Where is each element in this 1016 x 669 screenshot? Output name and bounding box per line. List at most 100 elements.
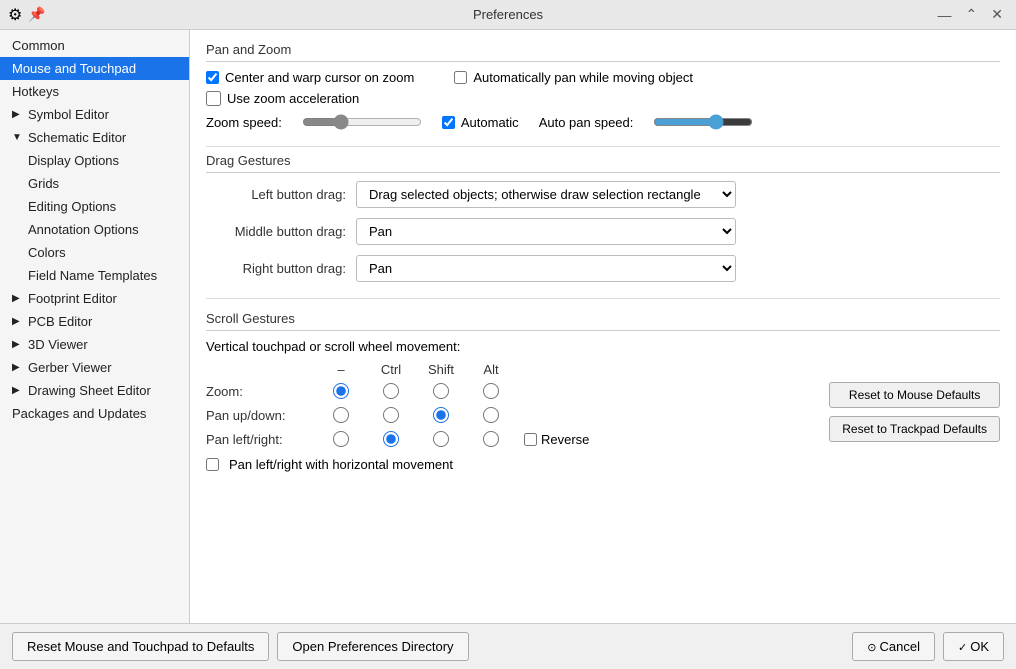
- reset-defaults-button[interactable]: Reset Mouse and Touchpad to Defaults: [12, 632, 269, 661]
- pan-zoom-section: Pan and Zoom Center and warp cursor on z…: [206, 42, 1000, 130]
- sidebar-item-pcb-editor[interactable]: ▶ PCB Editor: [0, 310, 189, 333]
- sidebar-item-label: Hotkeys: [12, 84, 59, 99]
- window-title: Preferences: [473, 7, 543, 22]
- drag-gestures-section: Drag Gestures Left button drag: Drag sel…: [206, 153, 1000, 282]
- left-button-select[interactable]: Drag selected objects; otherwise draw se…: [356, 181, 736, 208]
- bottom-right-buttons: ⊙ Cancel ✓OK: [852, 632, 1004, 661]
- sidebar-item-editing-options[interactable]: Editing Options: [0, 195, 189, 218]
- panlr-radio-1[interactable]: [383, 431, 399, 447]
- col-ctrl: Ctrl: [366, 362, 416, 377]
- sidebar-item-schematic-editor[interactable]: ▼ Schematic Editor: [0, 126, 189, 149]
- zoom-radio-3[interactable]: [483, 383, 499, 399]
- minimize-button[interactable]: —: [933, 5, 957, 25]
- sidebar-item-label: Gerber Viewer: [28, 360, 112, 375]
- zoom-speed-label: Zoom speed:: [206, 115, 282, 130]
- sidebar-item-field-name-templates[interactable]: Field Name Templates: [0, 264, 189, 287]
- pan-zoom-title: Pan and Zoom: [206, 42, 1000, 62]
- sidebar-item-grids[interactable]: Grids: [0, 172, 189, 195]
- center-warp-checkbox[interactable]: [206, 71, 219, 84]
- sidebar-item-hotkeys[interactable]: Hotkeys: [0, 80, 189, 103]
- scroll-panud-label: Pan up/down:: [206, 408, 316, 423]
- cancel-button[interactable]: ⊙ Cancel: [852, 632, 935, 661]
- zoom-speed-slider[interactable]: [302, 114, 422, 130]
- sidebar-item-packages-updates[interactable]: Packages and Updates: [0, 402, 189, 425]
- open-prefs-button[interactable]: Open Preferences Directory: [277, 632, 468, 661]
- automatic-checkbox[interactable]: [442, 116, 455, 129]
- panlr-radio-0[interactable]: [333, 431, 349, 447]
- sidebar-item-label: Schematic Editor: [28, 130, 126, 145]
- cancel-icon: ⊙: [867, 642, 876, 654]
- panud-radio-2[interactable]: [433, 407, 449, 423]
- scroll-panud-row: Pan up/down:: [206, 407, 809, 423]
- sidebar-item-label: Grids: [28, 176, 59, 191]
- panud-radio-1[interactable]: [383, 407, 399, 423]
- scroll-buttons: Reset to Mouse Defaults Reset to Trackpa…: [829, 382, 1000, 442]
- sidebar-item-common[interactable]: Common: [0, 34, 189, 57]
- scroll-zoom-row: Zoom:: [206, 383, 809, 399]
- sidebar-item-display-options[interactable]: Display Options: [0, 149, 189, 172]
- titlebar: ⚙ 📌 Preferences — ⌃ ✕: [0, 0, 1016, 30]
- pan-horizontal-checkbox[interactable]: [206, 458, 219, 471]
- auto-pan-label: Automatically pan while moving object: [473, 70, 693, 85]
- reset-mouse-button[interactable]: Reset to Mouse Defaults: [829, 382, 1000, 408]
- panud-radio-0[interactable]: [333, 407, 349, 423]
- panud-radio-3[interactable]: [483, 407, 499, 423]
- zoom-radio-1[interactable]: [383, 383, 399, 399]
- drag-gestures-title: Drag Gestures: [206, 153, 1000, 173]
- auto-pan-checkbox[interactable]: [454, 71, 467, 84]
- panlr-radio-dash: [316, 431, 366, 447]
- separator-2: [206, 298, 1000, 299]
- close-button[interactable]: ✕: [986, 4, 1008, 25]
- middle-button-select[interactable]: Pan Zoom Select: [356, 218, 736, 245]
- auto-pan-pair: Automatically pan while moving object: [454, 70, 693, 85]
- panlr-radio-2[interactable]: [433, 431, 449, 447]
- left-button-label: Left button drag:: [206, 187, 346, 202]
- zoom-accel-label: Use zoom acceleration: [227, 91, 359, 106]
- zoom-radio-2[interactable]: [433, 383, 449, 399]
- automatic-pair: Automatic: [442, 115, 519, 130]
- middle-button-label: Middle button drag:: [206, 224, 346, 239]
- sidebar-item-label: Editing Options: [28, 199, 116, 214]
- maximize-button[interactable]: ⌃: [961, 4, 983, 25]
- panlr-radio-3[interactable]: [483, 431, 499, 447]
- sidebar: Common Mouse and Touchpad Hotkeys ▶ Symb…: [0, 30, 190, 623]
- cancel-label: Cancel: [880, 639, 920, 654]
- pan-horizontal-label: Pan left/right with horizontal movement: [229, 457, 453, 472]
- sidebar-item-gerber-viewer[interactable]: ▶ Gerber Viewer: [0, 356, 189, 379]
- left-button-drag-row: Left button drag: Drag selected objects;…: [206, 181, 1000, 208]
- sidebar-item-colors[interactable]: Colors: [0, 241, 189, 264]
- sidebar-item-footprint-editor[interactable]: ▶ Footprint Editor: [0, 287, 189, 310]
- zoom-radio-0[interactable]: [333, 383, 349, 399]
- sidebar-item-3d-viewer[interactable]: ▶ 3D Viewer: [0, 333, 189, 356]
- panlr-radio-alt: [466, 431, 516, 447]
- zoom-radio-shift: [416, 383, 466, 399]
- app-icon: ⚙: [8, 5, 22, 25]
- sidebar-item-label: Symbol Editor: [28, 107, 109, 122]
- sidebar-item-mouse-touchpad[interactable]: Mouse and Touchpad: [0, 57, 189, 80]
- zoom-accel-checkbox[interactable]: [206, 91, 221, 106]
- right-button-select[interactable]: Pan Zoom Select: [356, 255, 736, 282]
- zoom-accel-row: Use zoom acceleration: [206, 91, 1000, 106]
- scroll-table: – Ctrl Shift Alt Zoom:: [206, 362, 809, 472]
- sidebar-item-label: PCB Editor: [28, 314, 92, 329]
- panlr-radio-ctrl: [366, 431, 416, 447]
- sidebar-item-drawing-sheet-editor[interactable]: ▶ Drawing Sheet Editor: [0, 379, 189, 402]
- auto-pan-speed-slider[interactable]: [653, 114, 753, 130]
- zoom-radio-dash: [316, 383, 366, 399]
- ok-button[interactable]: ✓OK: [943, 632, 1004, 661]
- expand-arrow-icon: ▶: [12, 385, 24, 396]
- ok-icon: ✓: [958, 642, 967, 654]
- sidebar-item-label: Footprint Editor: [28, 291, 117, 306]
- sidebar-item-annotation-options[interactable]: Annotation Options: [0, 218, 189, 241]
- sidebar-item-label: Colors: [28, 245, 66, 260]
- content-area: Pan and Zoom Center and warp cursor on z…: [190, 30, 1016, 623]
- automatic-label: Automatic: [461, 115, 519, 130]
- sidebar-item-symbol-editor[interactable]: ▶ Symbol Editor: [0, 103, 189, 126]
- sidebar-item-label: Field Name Templates: [28, 268, 157, 283]
- reverse-checkbox[interactable]: [524, 432, 537, 447]
- reverse-pair: Reverse: [524, 432, 589, 447]
- panud-radio-ctrl: [366, 407, 416, 423]
- reset-trackpad-button[interactable]: Reset to Trackpad Defaults: [829, 416, 1000, 442]
- reverse-label: Reverse: [541, 432, 589, 447]
- zoom-radio-ctrl: [366, 383, 416, 399]
